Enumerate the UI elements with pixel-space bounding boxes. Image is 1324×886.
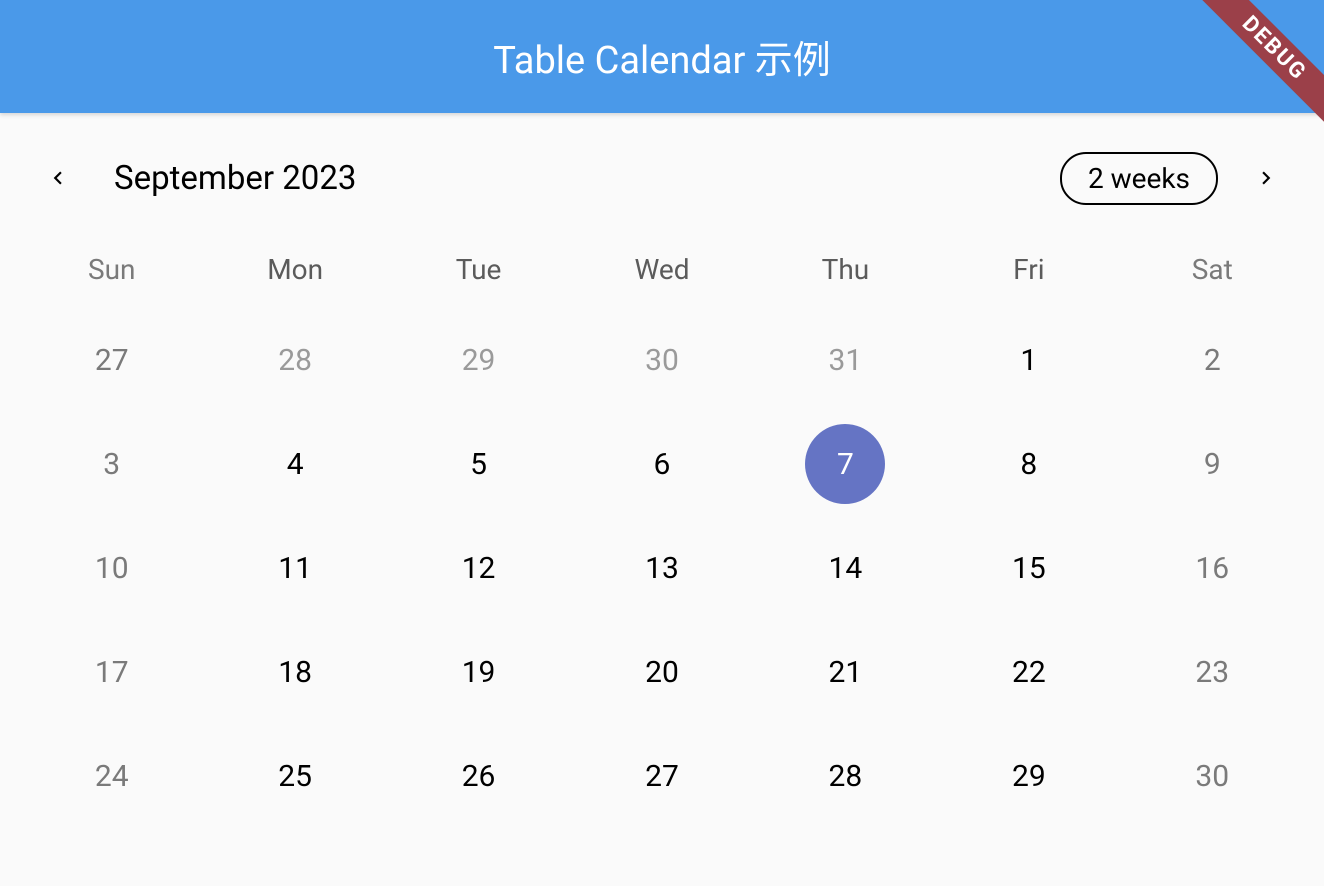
day-number: 9 [1172, 424, 1252, 504]
day-cell[interactable]: 7 [754, 412, 937, 516]
day-number: 5 [439, 424, 519, 504]
day-number: 26 [439, 736, 519, 816]
day-cell[interactable]: 3 [20, 412, 203, 516]
format-toggle-label: 2 weeks [1088, 162, 1190, 195]
weekday-label: Tue [387, 241, 570, 298]
day-cell[interactable]: 6 [570, 412, 753, 516]
day-number: 24 [72, 736, 152, 816]
day-cell[interactable]: 16 [1121, 516, 1304, 620]
prev-month-button[interactable] [34, 154, 82, 202]
day-number: 3 [72, 424, 152, 504]
day-number: 19 [439, 632, 519, 712]
weekday-label: Sat [1121, 241, 1304, 298]
day-cell[interactable]: 28 [754, 724, 937, 828]
day-cell[interactable]: 27 [20, 308, 203, 412]
weekday-label: Wed [570, 241, 753, 298]
day-number: 30 [1172, 736, 1252, 816]
day-number: 4 [255, 424, 335, 504]
day-number: 30 [622, 320, 702, 400]
day-cell[interactable]: 29 [937, 724, 1120, 828]
day-number: 8 [989, 424, 1069, 504]
day-cell[interactable]: 23 [1121, 620, 1304, 724]
day-cell[interactable]: 26 [387, 724, 570, 828]
day-number: 13 [622, 528, 702, 608]
day-cell[interactable]: 10 [20, 516, 203, 620]
calendar: September 2023 2 weeks SunMonTueWedThuFr… [0, 113, 1324, 828]
day-cell[interactable]: 14 [754, 516, 937, 620]
day-number: 15 [989, 528, 1069, 608]
day-cell[interactable]: 13 [570, 516, 753, 620]
day-number: 22 [989, 632, 1069, 712]
day-number: 28 [255, 320, 335, 400]
next-month-button[interactable] [1242, 154, 1290, 202]
month-title[interactable]: September 2023 [114, 159, 356, 198]
day-number: 14 [805, 528, 885, 608]
day-number: 2 [1172, 320, 1252, 400]
day-number: 18 [255, 632, 335, 712]
day-cell[interactable]: 30 [1121, 724, 1304, 828]
day-cell[interactable]: 21 [754, 620, 937, 724]
day-number: 29 [989, 736, 1069, 816]
day-cell[interactable]: 17 [20, 620, 203, 724]
day-cell[interactable]: 19 [387, 620, 570, 724]
day-number: 6 [622, 424, 702, 504]
weekday-label: Thu [754, 241, 937, 298]
days-grid: 2728293031123456789101112131415161718192… [20, 308, 1304, 828]
day-cell[interactable]: 29 [387, 308, 570, 412]
day-number: 1 [989, 320, 1069, 400]
weekday-row: SunMonTueWedThuFriSat [20, 241, 1304, 298]
day-number: 25 [255, 736, 335, 816]
day-number: 31 [805, 320, 885, 400]
day-cell[interactable]: 5 [387, 412, 570, 516]
day-number: 7 [805, 424, 885, 504]
chevron-right-icon [1253, 165, 1279, 191]
day-cell[interactable]: 30 [570, 308, 753, 412]
day-number: 27 [72, 320, 152, 400]
day-number: 20 [622, 632, 702, 712]
day-cell[interactable]: 31 [754, 308, 937, 412]
day-number: 16 [1172, 528, 1252, 608]
day-cell[interactable]: 4 [203, 412, 386, 516]
day-cell[interactable]: 1 [937, 308, 1120, 412]
day-number: 12 [439, 528, 519, 608]
day-cell[interactable]: 9 [1121, 412, 1304, 516]
day-cell[interactable]: 24 [20, 724, 203, 828]
day-cell[interactable]: 12 [387, 516, 570, 620]
day-cell[interactable]: 2 [1121, 308, 1304, 412]
day-number: 11 [255, 528, 335, 608]
day-number: 10 [72, 528, 152, 608]
day-cell[interactable]: 27 [570, 724, 753, 828]
calendar-header: September 2023 2 weeks [20, 143, 1304, 213]
weekday-label: Sun [20, 241, 203, 298]
day-number: 23 [1172, 632, 1252, 712]
day-number: 17 [72, 632, 152, 712]
app-bar: Table Calendar 示例 [0, 0, 1324, 113]
day-cell[interactable]: 18 [203, 620, 386, 724]
day-cell[interactable]: 28 [203, 308, 386, 412]
format-toggle-button[interactable]: 2 weeks [1060, 152, 1218, 205]
day-cell[interactable]: 15 [937, 516, 1120, 620]
day-number: 29 [439, 320, 519, 400]
day-cell[interactable]: 20 [570, 620, 753, 724]
app-bar-title: Table Calendar 示例 [493, 29, 831, 84]
day-cell[interactable]: 11 [203, 516, 386, 620]
day-cell[interactable]: 25 [203, 724, 386, 828]
day-number: 27 [622, 736, 702, 816]
weekday-label: Fri [937, 241, 1120, 298]
day-number: 21 [805, 632, 885, 712]
day-number: 28 [805, 736, 885, 816]
day-cell[interactable]: 8 [937, 412, 1120, 516]
weekday-label: Mon [203, 241, 386, 298]
day-cell[interactable]: 22 [937, 620, 1120, 724]
chevron-left-icon [45, 165, 71, 191]
